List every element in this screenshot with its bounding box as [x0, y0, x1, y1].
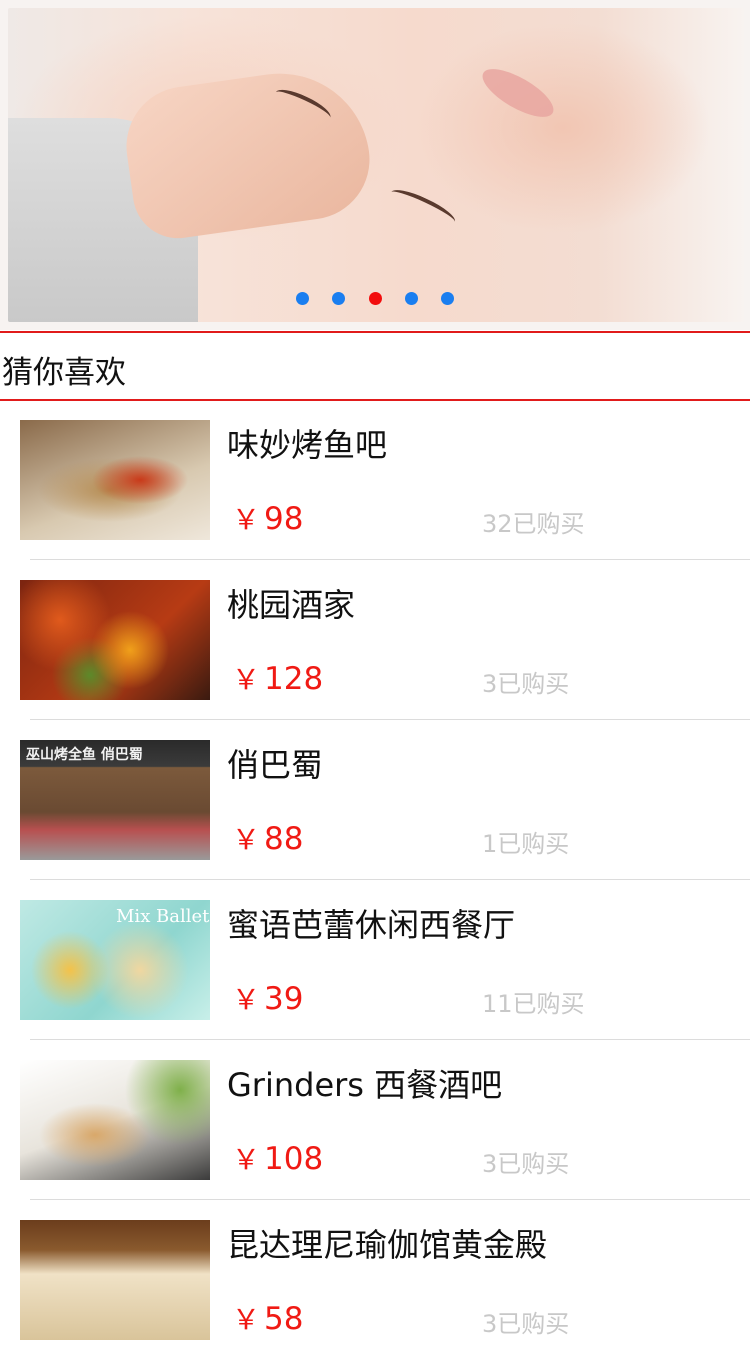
price-value: 108	[264, 1141, 324, 1177]
currency-symbol: ￥	[232, 1303, 261, 1336]
price-value: 128	[264, 661, 324, 697]
recommend-list: 味妙烤鱼吧 ￥ 98 32已购买 桃园酒家 ￥ 128 3已购买 巫山烤全鱼 俏巴蜀…	[0, 400, 750, 1360]
item-name: 俏巴蜀	[227, 746, 324, 784]
item-price: ￥ 88	[232, 818, 303, 858]
mix-ballet-logo-text: Mix Ballet	[116, 906, 210, 927]
currency-symbol: ￥	[232, 983, 261, 1016]
list-item[interactable]: 桃园酒家 ￥ 128 3已购买	[0, 560, 750, 720]
item-price: ￥ 108	[232, 1138, 323, 1178]
item-price: ￥ 39	[232, 978, 303, 1018]
storefront-sign-text: 巫山烤全鱼 俏巴蜀	[26, 747, 143, 763]
currency-symbol: ￥	[232, 1143, 261, 1176]
price-value: 39	[264, 981, 304, 1017]
banner-carousel[interactable]	[0, 0, 750, 330]
mix-ballet-thumbnail[interactable]: Mix Ballet	[20, 900, 210, 1020]
item-sold-count: 3已购买	[482, 1150, 570, 1178]
item-name: 味妙烤鱼吧	[227, 426, 388, 464]
section-divider-top	[0, 331, 750, 333]
item-price: ￥ 58	[232, 1298, 303, 1338]
item-name: 蜜语芭蕾休闲西餐厅	[227, 906, 516, 944]
carousel-dot-active[interactable]	[368, 292, 382, 305]
item-sold-count: 1已购买	[482, 830, 570, 858]
price-value: 98	[264, 501, 304, 537]
currency-symbol: ￥	[232, 503, 261, 536]
hand-shape	[118, 62, 378, 244]
sandwich-thumbnail[interactable]	[20, 1060, 210, 1180]
restaurant-storefront-thumbnail[interactable]: 巫山烤全鱼 俏巴蜀	[20, 740, 210, 860]
banner-image[interactable]	[8, 8, 744, 322]
price-value: 58	[264, 1301, 304, 1337]
list-item[interactable]: 昆达理尼瑜伽馆黄金殿 ￥ 58 3已购买	[0, 1200, 750, 1360]
item-sold-count: 32已购买	[482, 510, 585, 538]
carousel-indicators	[0, 290, 750, 305]
carousel-dot[interactable]	[332, 292, 346, 305]
item-sold-count: 11已购买	[482, 990, 585, 1018]
list-item[interactable]: Mix Ballet 蜜语芭蕾休闲西餐厅 ￥ 39 11已购买	[0, 880, 750, 1040]
item-name: Grinders 西餐酒吧	[227, 1066, 503, 1104]
yoga-hall-thumbnail[interactable]	[20, 1220, 210, 1340]
grilled-fish-thumbnail[interactable]	[20, 420, 210, 540]
eye-shape	[387, 184, 459, 230]
item-name: 桃园酒家	[227, 586, 356, 624]
spicy-dish-thumbnail[interactable]	[20, 580, 210, 700]
list-item[interactable]: 巫山烤全鱼 俏巴蜀 俏巴蜀 ￥ 88 1已购买	[0, 720, 750, 880]
carousel-dot[interactable]	[296, 292, 310, 305]
carousel-dot[interactable]	[440, 292, 454, 305]
currency-symbol: ￥	[232, 663, 261, 696]
item-price: ￥ 98	[232, 498, 303, 538]
section-title: 猜你喜欢	[2, 355, 126, 391]
price-value: 88	[264, 821, 304, 857]
item-price: ￥ 128	[232, 658, 323, 698]
lips-shape	[475, 60, 561, 126]
item-name: 昆达理尼瑜伽馆黄金殿	[227, 1226, 548, 1264]
currency-symbol: ￥	[232, 823, 261, 856]
item-sold-count: 3已购买	[482, 670, 570, 698]
list-item[interactable]: 味妙烤鱼吧 ￥ 98 32已购买	[0, 400, 750, 560]
carousel-dot[interactable]	[404, 292, 418, 305]
list-item[interactable]: Grinders 西餐酒吧 ￥ 108 3已购买	[0, 1040, 750, 1200]
